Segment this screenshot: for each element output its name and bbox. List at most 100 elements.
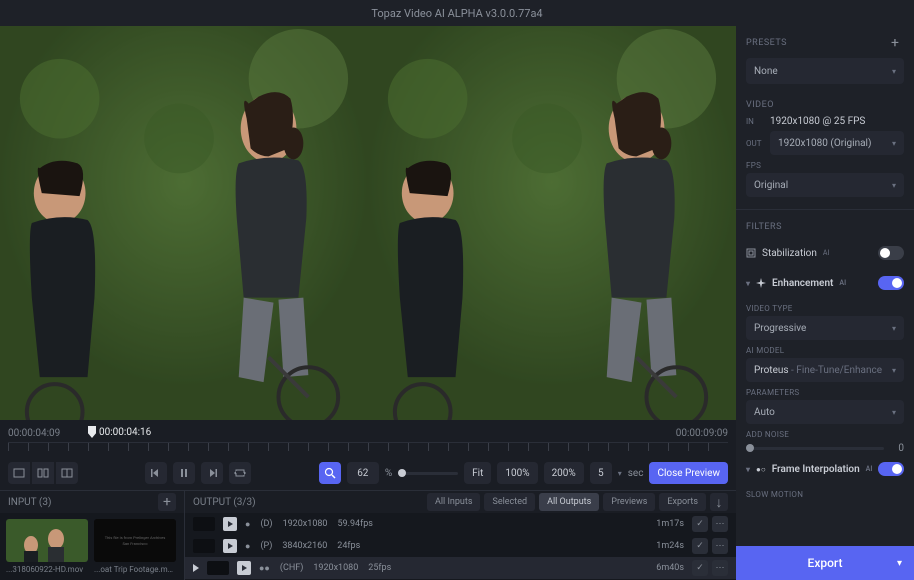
chevron-down-icon: ▾ [897,558,902,569]
fps-select[interactable]: Original ▾ [746,173,904,197]
filter-exports[interactable]: Exports [659,493,706,511]
filter-all-inputs[interactable]: All Inputs [427,493,481,511]
timeline[interactable]: 00:00:04:09 00:00:04:16 00:00:09:09 [0,420,736,456]
add-input-button[interactable]: + [158,493,176,511]
play-icon[interactable] [223,517,237,531]
step-forward-button[interactable] [201,462,223,484]
add-noise-value: 0 [892,443,904,454]
enhancement-toggle[interactable] [878,276,904,290]
in-label: IN [746,117,764,126]
preview-original[interactable] [0,26,368,420]
zoom-100-button[interactable]: 100% [497,462,537,484]
output-thumb [193,517,215,531]
chevron-down-icon: ▾ [892,181,896,190]
filter-previews[interactable]: Previews [603,493,655,511]
output-row[interactable]: ● (P) 3840x2160 24fps 1m24s ✓ ⋯ [185,535,736,557]
right-panel: PRESETS + None ▾ VIDEO IN 1920x1080 @ 25… [736,26,914,580]
zoom-percent-label: % [385,468,392,479]
pause-button[interactable] [173,462,195,484]
filters-header: FILTERS [746,222,782,232]
out-label: OUT [746,139,764,148]
chevron-down-icon: ▾ [892,366,896,375]
chevron-down-icon: ▾ [892,67,896,76]
titlebar: Topaz Video AI ALPHA v3.0.0.77a4 [0,0,914,26]
timecode-end: 00:00:09:09 [676,428,728,439]
active-indicator-icon [193,564,199,572]
frame-interpolation-toggle[interactable] [878,462,904,476]
input-item[interactable]: ...318060922-HD.mov [6,519,88,574]
playhead-marker-icon [88,426,96,438]
preview-processed[interactable] [368,26,736,420]
view-single-button[interactable] [8,462,30,484]
frame-interpolation-row[interactable]: ▾ ●○ Frame InterpolationAI [746,454,904,484]
ai-model-label: AI MODEL [746,346,904,355]
preview-seconds-input[interactable] [590,462,612,484]
preset-select[interactable]: None ▾ [746,58,904,84]
export-button[interactable]: Export ▾ [736,546,914,580]
stabilization-toggle[interactable] [878,246,904,260]
input-item-label: ...oat Trip Footage.mp4 [94,565,176,574]
in-resolution: 1920x1080 @ 25 FPS [770,116,865,127]
close-preview-button[interactable]: Close Preview [649,462,728,484]
fps-label: FPS [746,161,904,170]
chevron-down-icon: ▾ [892,139,896,148]
playhead-time: 00:00:04:16 [99,427,151,438]
output-thumb [193,539,215,553]
video-header: VIDEO [746,100,774,110]
fit-button[interactable]: Fit [464,462,491,484]
stabilization-icon [746,248,756,258]
output-resolution-select[interactable]: 1920x1080 (Original) ▾ [770,131,904,155]
add-preset-button[interactable]: + [886,34,904,52]
add-noise-slider[interactable] [746,447,884,450]
output-more-button[interactable]: ⋯ [712,538,728,554]
svg-text:This file is from Prelinger Ar: This file is from Prelinger Archives [105,535,166,540]
timecode-start: 00:00:04:09 [8,428,60,439]
playhead[interactable]: 00:00:04:16 [88,426,151,438]
zoom-button[interactable] [319,462,341,484]
output-row[interactable]: ●● (CHF) 1920x1080 25fps 6m40s ✓ ⋯ [185,557,736,579]
zoom-input[interactable] [347,462,379,484]
enhancement-row[interactable]: ▾ EnhancementAI [746,268,904,298]
chevron-down-icon: ▾ [618,469,622,478]
view-split-button[interactable] [32,462,54,484]
view-side-button[interactable] [56,462,78,484]
stabilization-row[interactable]: StabilizationAI [746,238,904,268]
output-check-button[interactable]: ✓ [692,560,708,576]
step-back-button[interactable] [145,462,167,484]
output-check-button[interactable]: ✓ [692,516,708,532]
input-item[interactable]: This file is from Prelinger ArchivesSan … [94,519,176,574]
presets-header: PRESETS [746,38,787,48]
output-more-button[interactable]: ↓ [710,493,728,511]
ai-model-select[interactable]: Proteus - Fine-Tune/Enhance ▾ [746,358,904,382]
input-panel-title: INPUT (3) [8,497,51,508]
timeline-ruler[interactable] [8,442,728,450]
chevron-down-icon: ▾ [892,408,896,417]
output-panel-title: OUTPUT (3/3) [193,497,256,508]
input-panel: INPUT (3) + ...318060922-HD.mov This fil… [0,491,185,580]
video-type-label: VIDEO TYPE [746,304,904,313]
svg-text:San Francisco: San Francisco [122,541,148,546]
chevron-down-icon: ▾ [746,465,750,474]
parameters-select[interactable]: Auto ▾ [746,400,904,424]
sparkle-icon [756,278,766,288]
input-item-label: ...318060922-HD.mov [6,565,88,574]
output-thumb [207,561,229,575]
play-icon[interactable] [223,539,237,553]
add-noise-label: ADD NOISE [746,430,904,439]
filter-selected[interactable]: Selected [484,493,535,511]
output-panel: OUTPUT (3/3) All Inputs Selected All Out… [185,491,736,580]
video-type-select[interactable]: Progressive ▾ [746,316,904,340]
preview-area [0,26,736,420]
seconds-label: sec [628,468,644,479]
chevron-down-icon: ▾ [892,324,896,333]
output-check-button[interactable]: ✓ [692,538,708,554]
output-more-button[interactable]: ⋯ [712,560,728,576]
output-more-button[interactable]: ⋯ [712,516,728,532]
zoom-200-button[interactable]: 200% [544,462,584,484]
loop-button[interactable] [229,462,251,484]
zoom-slider[interactable] [398,472,458,475]
slow-motion-label: SLOW MOTION [746,490,904,499]
filter-all-outputs[interactable]: All Outputs [539,493,599,511]
play-icon[interactable] [237,561,251,575]
output-row[interactable]: ● (D) 1920x1080 59.94fps 1m17s ✓ ⋯ [185,513,736,535]
